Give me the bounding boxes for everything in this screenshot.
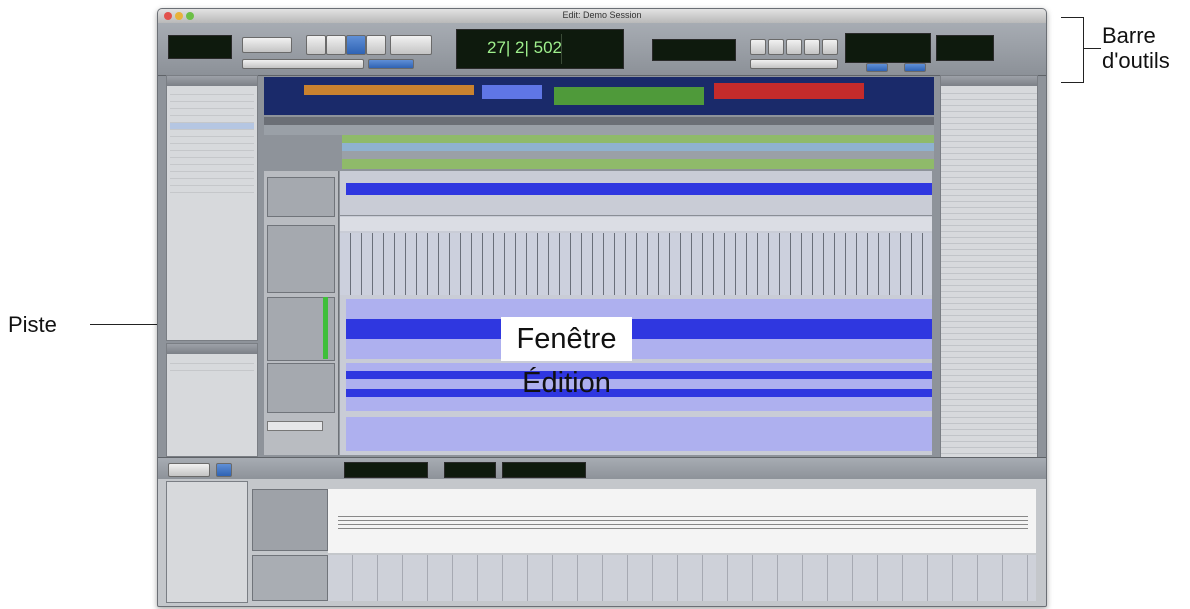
tracks-list-header bbox=[167, 76, 257, 86]
title-bar[interactable]: Edit: Demo Session bbox=[158, 9, 1046, 24]
track-controls-column bbox=[264, 171, 339, 455]
list-item[interactable] bbox=[170, 186, 254, 193]
track-level-meter bbox=[323, 297, 328, 359]
audio-track-4-waveform bbox=[346, 363, 932, 411]
window-title: Edit: Demo Session bbox=[562, 10, 642, 20]
velocity-lane-header[interactable] bbox=[252, 555, 328, 601]
track-header-5[interactable] bbox=[267, 421, 323, 431]
pencil-tool-button[interactable] bbox=[390, 35, 432, 55]
markers-ruler[interactable] bbox=[342, 159, 934, 169]
list-item[interactable] bbox=[170, 165, 254, 172]
meter-mode-button[interactable] bbox=[904, 63, 926, 72]
grid-button[interactable] bbox=[242, 37, 292, 53]
list-item[interactable] bbox=[170, 144, 254, 151]
tempo-display[interactable] bbox=[845, 33, 931, 63]
list-item[interactable] bbox=[170, 116, 254, 123]
list-item[interactable] bbox=[170, 179, 254, 186]
forward-icon[interactable] bbox=[768, 39, 784, 55]
clips-list-panel bbox=[940, 75, 1038, 459]
score-staff bbox=[338, 513, 1028, 529]
bottom-display-3[interactable] bbox=[502, 462, 586, 478]
rewind-icon[interactable] bbox=[750, 39, 766, 55]
audio-track-4-wave-body-a bbox=[346, 371, 932, 379]
bottom-tool-buttons[interactable] bbox=[168, 463, 210, 477]
transport-secondary-buttons[interactable] bbox=[750, 59, 838, 69]
list-item[interactable] bbox=[170, 123, 254, 130]
track-header-4[interactable] bbox=[267, 363, 335, 413]
velocity-lane[interactable] bbox=[328, 555, 1036, 601]
edit-playlist-area[interactable] bbox=[340, 171, 932, 455]
trim-tool-button[interactable] bbox=[326, 35, 346, 55]
bottom-display-2[interactable] bbox=[444, 462, 496, 478]
audio-track-4-wave-body-b bbox=[346, 389, 932, 397]
list-item[interactable] bbox=[170, 172, 254, 179]
counter-subdisplay bbox=[561, 34, 620, 64]
track-header-1[interactable] bbox=[267, 177, 335, 217]
clips-list-header bbox=[941, 76, 1037, 86]
midi-display[interactable] bbox=[936, 35, 994, 61]
groups-header bbox=[167, 344, 257, 354]
audio-track-3-wave-body bbox=[346, 319, 932, 339]
list-item[interactable] bbox=[170, 364, 254, 371]
toolbar-bracket-connector bbox=[1083, 48, 1101, 49]
groups-panel bbox=[166, 343, 258, 457]
track-annotation-label: Piste bbox=[8, 312, 57, 337]
automation-lane bbox=[340, 217, 932, 231]
click-track-lane bbox=[340, 233, 932, 295]
list-item[interactable] bbox=[170, 95, 254, 102]
track-header-2[interactable] bbox=[267, 225, 335, 293]
ruler-names bbox=[264, 135, 342, 169]
track-1-lane bbox=[340, 177, 932, 216]
midi-editor-tool-button[interactable] bbox=[216, 463, 232, 477]
mode-display[interactable] bbox=[168, 35, 232, 59]
selector-tool-button[interactable] bbox=[346, 35, 366, 55]
stop-icon[interactable] bbox=[786, 39, 802, 55]
tracks-list[interactable] bbox=[167, 86, 257, 193]
universe-overview[interactable] bbox=[264, 77, 934, 115]
tempo-ruler[interactable] bbox=[342, 135, 934, 143]
main-counter[interactable]: 27| 2| 502 bbox=[456, 29, 624, 69]
score-notation-area[interactable] bbox=[328, 489, 1036, 553]
audio-track-3-waveform bbox=[346, 299, 932, 359]
tracks-list-panel bbox=[166, 75, 258, 341]
play-icon[interactable] bbox=[804, 39, 820, 55]
overview-region-blue bbox=[482, 85, 542, 99]
meter-ruler[interactable] bbox=[342, 143, 934, 151]
protools-window: Edit: Demo Session 27| 2| 502 Fenêtre Éd… bbox=[157, 8, 1047, 607]
zoom-tool-button[interactable] bbox=[306, 35, 326, 55]
record-icon[interactable] bbox=[822, 39, 838, 55]
bottom-toolbar bbox=[158, 457, 1046, 480]
grid-mode-button[interactable] bbox=[368, 59, 414, 69]
overview-region-green bbox=[554, 87, 704, 105]
edit-window-label: Fenêtre Édition bbox=[501, 317, 632, 399]
list-item[interactable] bbox=[170, 137, 254, 144]
bars-ruler[interactable] bbox=[264, 125, 934, 135]
score-track-header[interactable] bbox=[252, 489, 328, 551]
nudge-display[interactable] bbox=[652, 39, 736, 61]
key-ruler[interactable] bbox=[342, 151, 934, 159]
list-item[interactable] bbox=[170, 151, 254, 158]
toolbar-annotation-label: Barre d'outils bbox=[1102, 23, 1170, 73]
toolbar-bracket bbox=[1061, 17, 1084, 83]
list-item[interactable] bbox=[170, 130, 254, 137]
overview-region-red bbox=[714, 83, 864, 99]
midi-editor-pane bbox=[158, 479, 1046, 606]
main-counter-value: 27| 2| 502 bbox=[487, 38, 563, 57]
edit-mode-buttons[interactable] bbox=[242, 59, 364, 69]
list-item[interactable] bbox=[170, 109, 254, 116]
midi-tracks-list[interactable] bbox=[166, 481, 248, 603]
list-item[interactable] bbox=[170, 357, 254, 364]
list-item[interactable] bbox=[170, 102, 254, 109]
timebase-ruler[interactable] bbox=[264, 117, 934, 125]
bottom-display-1[interactable] bbox=[344, 462, 428, 478]
overview-region-orange bbox=[304, 85, 474, 95]
clips-list[interactable] bbox=[941, 88, 1037, 454]
list-item[interactable] bbox=[170, 158, 254, 165]
midi-track-lane bbox=[346, 417, 932, 451]
list-item[interactable] bbox=[170, 88, 254, 95]
grabber-tool-button[interactable] bbox=[366, 35, 386, 55]
tempo-mode-button[interactable] bbox=[866, 63, 888, 72]
toolbar: 27| 2| 502 bbox=[158, 23, 1046, 76]
